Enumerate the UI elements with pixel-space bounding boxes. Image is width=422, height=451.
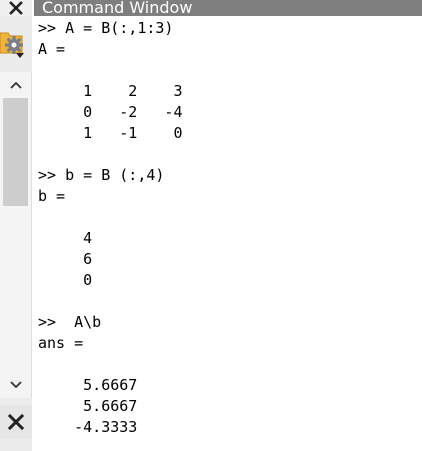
scroll-thumb[interactable] (3, 98, 28, 206)
chevron-down-icon (9, 381, 22, 389)
window-titlebar: Command Window (34, 0, 422, 16)
console-line: >> A = B(:,1:3) (38, 19, 174, 37)
vertical-scrollbar[interactable] (0, 72, 32, 398)
console-line: 0 -2 -4 (38, 103, 183, 121)
console-line: b = (38, 187, 66, 205)
console-line: 0 (38, 271, 93, 289)
console-line: -4.3333 (38, 418, 138, 436)
scroll-down-button[interactable] (0, 372, 31, 398)
console-line: ans = (38, 334, 84, 352)
console-line: >> A\b (38, 313, 102, 331)
chevron-up-icon (9, 81, 22, 89)
window-title: Command Window (42, 0, 193, 16)
close-icon (7, 413, 25, 431)
scroll-up-button[interactable] (0, 72, 31, 98)
gear-icon (5, 36, 23, 54)
console-line: 5.6667 (38, 376, 138, 394)
workspace-actions-button[interactable] (0, 27, 32, 63)
left-toolbar (0, 0, 32, 451)
matlab-command-window: Command Window >> A = B(:,1:3) A = 1 2 3… (0, 0, 422, 451)
console-line: 1 2 3 (38, 82, 183, 100)
console-line: 1 -1 0 (38, 124, 183, 142)
console-line: >> b = B (:,4) (38, 166, 165, 184)
console-line: A = (38, 40, 66, 58)
close-icon (9, 1, 23, 15)
close-panel-button[interactable] (0, 0, 32, 16)
console-output[interactable]: >> A = B(:,1:3) A = 1 2 3 0 -2 -4 1 -1 0… (38, 18, 418, 448)
console-line: 4 (38, 229, 93, 247)
close-button[interactable] (0, 405, 32, 439)
console-line: 5.6667 (38, 397, 138, 415)
caret-down-icon (16, 53, 24, 58)
console-line: 6 (38, 250, 93, 268)
